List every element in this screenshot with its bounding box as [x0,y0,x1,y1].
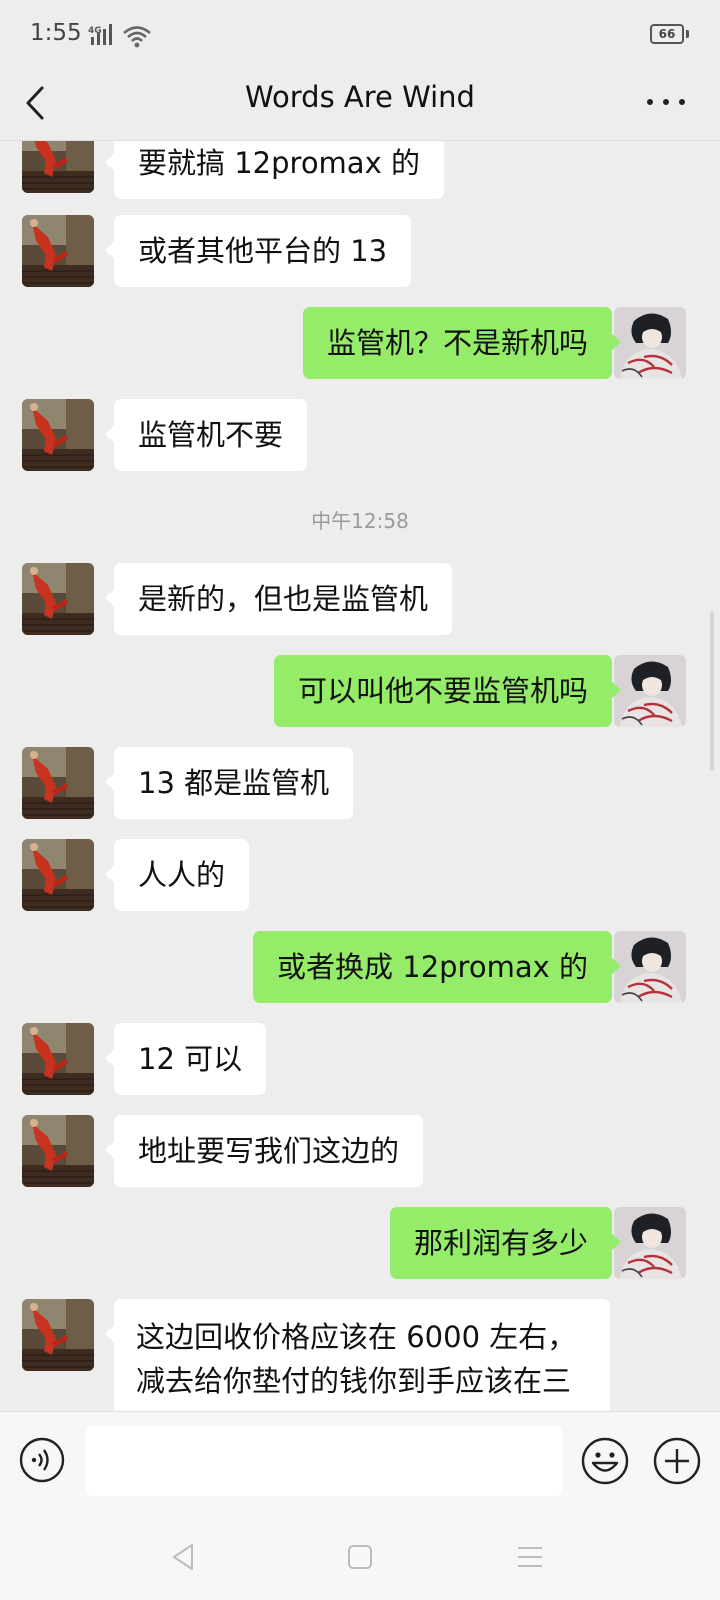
my-avatar[interactable] [614,931,686,1003]
status-time: 1:55 [30,20,82,46]
incoming-message[interactable]: 12 可以 [104,1023,267,1095]
contact-avatar[interactable] [22,747,94,819]
status-bar: 1:55 4G 66 [0,0,720,66]
more-dots-icon [647,99,685,105]
emoji-icon [581,1437,629,1485]
incoming-message[interactable]: 人人的 [104,839,250,911]
contact-avatar[interactable] [22,563,94,635]
incoming-message[interactable]: 13 都是监管机 [104,747,354,819]
incoming-message[interactable]: 监管机不要 [104,399,308,471]
contact-avatar[interactable] [22,1023,94,1095]
incoming-message[interactable]: 要就搞 12promax 的 [105,141,444,199]
contact-avatar[interactable] [22,215,94,287]
more-button[interactable] [640,82,692,122]
emoji-button[interactable] [580,1436,630,1486]
system-back-button[interactable] [164,1537,204,1577]
voice-input-button[interactable] [18,1436,66,1484]
cellular-signal-icon: 4G [88,24,112,45]
contact-avatar[interactable] [22,1299,94,1371]
incoming-message[interactable]: 是新的，但也是监管机 [104,563,453,635]
message-line: 这边回收价格应该在 6000 左右， [136,1320,577,1354]
system-navigation-bar [0,1517,720,1600]
plus-icon [653,1437,701,1485]
incoming-message[interactable]: 或者其他平台的 13 [104,215,412,287]
message-input-bar [0,1411,720,1518]
voice-icon [19,1437,65,1483]
chat-title: Words Are Wind [245,80,475,114]
contact-avatar[interactable] [22,1115,94,1187]
incoming-message[interactable]: 地址要写我们这边的 [104,1115,424,1187]
my-avatar[interactable] [614,307,686,379]
battery-tip [686,30,689,38]
chat-header: Words Are Wind [0,66,720,141]
my-avatar[interactable] [614,655,686,727]
system-home-button[interactable] [340,1537,380,1577]
chat-message-list[interactable]: 要就搞 12promax 的 或者其他平台的 13 监管机？不是新机吗 监管机不… [0,141,720,1411]
more-functions-button[interactable] [652,1436,702,1486]
outgoing-message[interactable]: 可以叫他不要监管机吗 [273,655,622,727]
contact-avatar[interactable] [22,839,94,911]
message-timestamp: 中午12:58 [311,509,409,533]
message-input[interactable] [86,1426,562,1496]
battery-level: 66 [658,27,676,41]
square-home-icon [348,1545,372,1569]
battery-icon: 66 [650,24,684,44]
wifi-icon [123,26,151,48]
outgoing-message[interactable]: 或者换成 12promax 的 [253,931,621,1003]
message-line: 减去给你垫付的钱你到手应该在三 [136,1364,572,1398]
outgoing-message[interactable]: 监管机？不是新机吗 [302,307,622,379]
menu-lines-icon [518,1547,542,1567]
triangle-back-icon [173,1544,193,1570]
contact-avatar[interactable] [22,399,94,471]
incoming-message[interactable]: 这边回收价格应该在 6000 左右， 减去给你垫付的钱你到手应该在三 [105,1299,610,1411]
my-avatar[interactable] [614,1207,686,1279]
contact-avatar[interactable] [22,141,94,193]
outgoing-message[interactable]: 那利润有多少 [389,1207,622,1279]
system-recents-button[interactable] [510,1537,550,1577]
scrollbar[interactable] [710,611,714,771]
